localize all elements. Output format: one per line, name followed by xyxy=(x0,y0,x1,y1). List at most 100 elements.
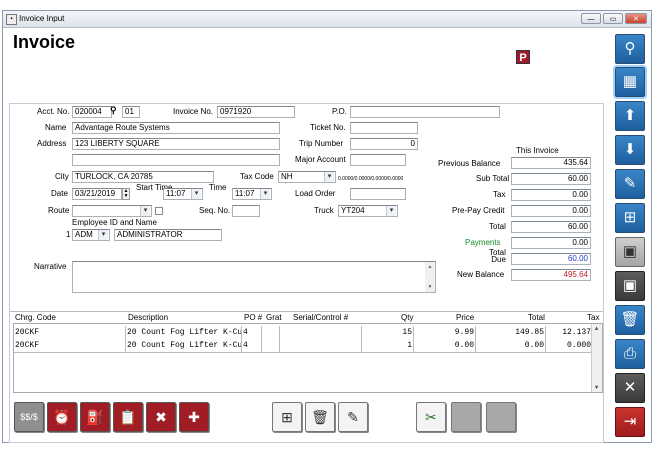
row-serial[interactable] xyxy=(280,339,362,352)
row-qty[interactable]: 15 xyxy=(362,326,414,339)
name-field[interactable]: Advantage Route Systems xyxy=(72,122,280,134)
row-grat[interactable] xyxy=(262,339,280,352)
time-select[interactable]: 11:07 xyxy=(232,188,272,200)
row-description[interactable]: 20 Count Fog Lifter K-Cup xyxy=(126,326,242,339)
total-due-value: 60.00 xyxy=(511,253,591,265)
col-chrg-code: Chrg. Code xyxy=(15,313,56,322)
trip-number-field[interactable]: 0 xyxy=(350,138,418,150)
scroll-up-icon[interactable]: ▲ xyxy=(592,324,601,333)
row-grat[interactable] xyxy=(262,326,280,339)
tax-label: Tax xyxy=(493,190,506,199)
truck-select[interactable]: YT204 xyxy=(338,205,398,217)
row-po[interactable]: 4 xyxy=(242,339,262,352)
acct-no-field[interactable]: 020004 xyxy=(72,106,112,118)
tax-code-select[interactable]: NH xyxy=(278,171,336,183)
date-field[interactable]: 03/21/2019 xyxy=(72,188,122,200)
invoice-main: Invoice P Acct. No. 020004 ⚲ 01 Invoice … xyxy=(6,28,604,443)
save-new-button[interactable]: ▣ xyxy=(615,237,645,267)
row-price[interactable]: 0.00 xyxy=(414,339,476,352)
row-tax[interactable]: 12.137 xyxy=(546,326,592,339)
next-record-button[interactable]: ⬇ xyxy=(615,135,645,165)
edit-line-button[interactable]: ✎ xyxy=(338,402,368,432)
print-icon: ⎙ xyxy=(623,345,636,362)
row-qty[interactable]: 1 xyxy=(362,339,414,352)
exit-button[interactable]: ⇥ xyxy=(615,407,645,437)
employee-id-select[interactable]: ADM xyxy=(72,229,110,241)
po-label: P.O. xyxy=(332,107,347,116)
ticket-no-field[interactable] xyxy=(350,122,418,134)
city-field[interactable]: TURLOCK, CA 20785 xyxy=(72,171,214,183)
edit-record-button[interactable]: ✎ xyxy=(615,169,645,199)
alarm-clock-button[interactable]: ⏰ xyxy=(47,402,77,432)
blank-button-1[interactable] xyxy=(451,402,481,432)
delete-record-button[interactable]: 🗑 xyxy=(615,305,645,335)
payments-label[interactable]: Payments xyxy=(465,238,501,247)
tax-value: 0.00 xyxy=(511,189,591,201)
start-time-select[interactable]: 11:07 xyxy=(163,188,203,200)
new-balance-value: 495.64 xyxy=(511,269,591,281)
invoice-no-field[interactable]: 0971920 xyxy=(217,106,295,118)
previous-balance-label: Previous Balance xyxy=(438,159,501,168)
print-button[interactable]: ⎙ xyxy=(615,339,645,369)
blank-button-2[interactable] xyxy=(486,402,516,432)
row-code[interactable]: 20CKF xyxy=(14,339,126,352)
tanks-button[interactable]: ⛽ xyxy=(80,402,110,432)
row-po[interactable]: 4 xyxy=(242,326,262,339)
route-select[interactable] xyxy=(72,205,152,217)
prepay-credit-label: Pre-Pay Credit xyxy=(452,206,505,215)
acct-suffix-field[interactable]: 01 xyxy=(122,106,140,118)
row-tax[interactable]: 0.000 xyxy=(546,339,592,352)
address2-field[interactable] xyxy=(72,154,280,166)
table-scrollbar[interactable]: ▲ ▼ xyxy=(591,324,602,392)
app-icon[interactable]: ▪ xyxy=(6,14,17,25)
row-description[interactable]: 20 Count Fog Lifter K-Cup xyxy=(126,339,242,352)
date-spinner[interactable]: ▲ ▼ xyxy=(122,188,130,200)
grid-icon: ▦ xyxy=(622,73,638,90)
row-serial[interactable] xyxy=(280,326,362,339)
maximize-button[interactable]: ▭ xyxy=(603,13,623,24)
major-account-label: Major Account xyxy=(295,155,346,164)
total-label: Total xyxy=(489,222,506,231)
table-row[interactable]: 20CKF 20 Count Fog Lifter K-Cup 4 1 0.00… xyxy=(14,339,592,352)
save-button[interactable]: ▣ xyxy=(615,271,645,301)
new-balance-label: New Balance xyxy=(457,270,505,279)
major-account-field[interactable] xyxy=(350,154,406,166)
p-badge[interactable]: P xyxy=(516,50,530,64)
row-total[interactable]: 149.85 xyxy=(476,326,546,339)
grid-view-button[interactable]: ▦ xyxy=(613,65,647,99)
route-checkbox[interactable] xyxy=(155,207,163,215)
col-grat: Grat xyxy=(266,313,282,322)
seq-no-field[interactable] xyxy=(232,205,260,217)
pencil-icon: ✎ xyxy=(623,175,637,192)
minimize-button[interactable]: — xyxy=(581,13,601,24)
window-title: Invoice Input xyxy=(19,14,65,23)
tools-button[interactable]: ✖ xyxy=(146,402,176,432)
page-title: Invoice xyxy=(13,32,76,52)
narrative-field[interactable] xyxy=(72,261,436,293)
binoculars-icon[interactable]: ⚲ xyxy=(110,105,117,116)
load-order-field[interactable] xyxy=(350,188,406,200)
delete-line-button[interactable]: 🗑 xyxy=(305,402,335,432)
employee-name-field[interactable]: ADMINISTRATOR xyxy=(114,229,222,241)
delete-icon: 🗑 xyxy=(311,409,329,425)
row-code[interactable]: 20CKF xyxy=(14,326,126,339)
search-button[interactable]: ⚲ xyxy=(615,34,645,64)
previous-record-button[interactable]: ⬆ xyxy=(615,101,645,131)
table-row[interactable]: 20CKF 20 Count Fog Lifter K-Cup 4 15 9.9… xyxy=(14,326,592,339)
scissors-money-button[interactable]: ✂ xyxy=(416,402,446,432)
clipboard-button[interactable]: 📋 xyxy=(113,402,143,432)
scroll-down-icon[interactable]: ▼ xyxy=(592,383,601,392)
address-field[interactable]: 123 LIBERTY SQUARE xyxy=(72,138,280,150)
tax-code-label: Tax Code xyxy=(240,172,274,181)
narrative-scrollbar[interactable]: ▲ ▼ xyxy=(425,262,435,292)
po-field[interactable] xyxy=(350,106,500,118)
close-window-button[interactable]: ✕ xyxy=(625,13,647,24)
new-record-button[interactable]: ⊞ xyxy=(615,203,645,233)
plug-add-button[interactable]: ✚ xyxy=(179,402,209,432)
cancel-button[interactable]: ✕ xyxy=(615,373,645,403)
row-price[interactable]: 9.99 xyxy=(414,326,476,339)
add-line-button[interactable]: ⊞ xyxy=(272,402,302,432)
row-total[interactable]: 0.00 xyxy=(476,339,546,352)
price-tag-button[interactable]: $$/$ xyxy=(14,402,44,432)
ticket-no-label: Ticket No. xyxy=(310,123,346,132)
